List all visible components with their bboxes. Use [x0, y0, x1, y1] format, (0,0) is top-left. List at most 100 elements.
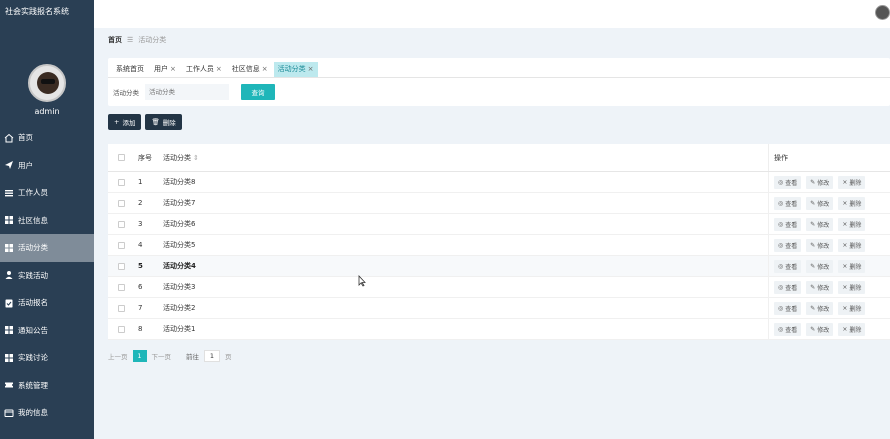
row-name: 活动分类7	[163, 199, 196, 207]
close-icon[interactable]: ×	[262, 62, 268, 77]
plus-icon: +	[114, 118, 120, 126]
row-delete-button[interactable]: × 删除	[838, 322, 866, 336]
sidebar-item-5[interactable]: 实践活动	[0, 262, 94, 290]
row-delete-button[interactable]: × 删除	[838, 217, 866, 231]
close-icon[interactable]: ×	[216, 62, 222, 77]
view-button[interactable]: ◎ 查看	[774, 259, 802, 273]
close-icon[interactable]: ×	[170, 62, 176, 77]
table-row[interactable]: 4 活动分类5 ◎ 查看 ✎ 修改 × 删除	[108, 235, 890, 256]
next-page-button[interactable]: 下一页	[152, 351, 172, 361]
row-checkbox[interactable]	[118, 220, 125, 228]
sidebar-item-8[interactable]: 实践讨论	[0, 344, 94, 372]
user-avatar[interactable]	[875, 5, 890, 20]
row-checkbox[interactable]	[118, 199, 125, 207]
table-row[interactable]: 6 活动分类3 ◎ 查看 ✎ 修改 × 删除	[108, 277, 890, 298]
edit-button[interactable]: ✎ 修改	[806, 196, 834, 210]
goto-page-input[interactable]: 1	[204, 350, 220, 362]
row-actions: ◎ 查看 ✎ 修改 × 删除	[768, 214, 890, 234]
sidebar-item-2[interactable]: 工作人员	[0, 179, 94, 207]
sidebar-item-label: 我的信息	[18, 408, 48, 418]
header-name[interactable]: 活动分类 ⇕	[163, 153, 768, 163]
sidebar-item-4[interactable]: 活动分类	[0, 234, 94, 262]
edit-button[interactable]: ✎ 修改	[806, 217, 834, 231]
view-button[interactable]: ◎ 查看	[774, 322, 802, 336]
table-row[interactable]: 7 活动分类2 ◎ 查看 ✎ 修改 × 删除	[108, 298, 890, 319]
eye-icon: ◎	[778, 241, 784, 249]
row-delete-button[interactable]: × 删除	[838, 280, 866, 294]
tab-4[interactable]: 活动分类 ×	[273, 62, 318, 77]
edit-icon: ✎	[810, 178, 816, 186]
view-button[interactable]: ◎ 查看	[774, 280, 802, 294]
edit-button[interactable]: ✎ 修改	[806, 175, 834, 189]
table-row[interactable]: 2 活动分类7 ◎ 查看 ✎ 修改 × 删除	[108, 193, 890, 214]
edit-button[interactable]: ✎ 修改	[806, 259, 834, 273]
view-button[interactable]: ◎ 查看	[774, 217, 802, 231]
search-button[interactable]: 查询	[241, 84, 275, 100]
row-checkbox[interactable]	[118, 325, 125, 333]
tab-1[interactable]: 用户 ×	[150, 62, 180, 77]
eye-icon: ◎	[778, 304, 784, 312]
sidebar-item-0[interactable]: 首页	[0, 124, 94, 152]
delete-button[interactable]: 🗑 删除	[145, 114, 182, 130]
tab-bar: 系统首页 用户 × 工作人员 × 社区信息 × 活动分类 ×	[108, 58, 890, 78]
breadcrumb-home[interactable]: 首页	[108, 35, 122, 45]
edit-button[interactable]: ✎ 修改	[806, 238, 834, 252]
sidebar-item-9[interactable]: 系统管理	[0, 372, 94, 400]
search-label: 活动分类	[113, 89, 139, 97]
row-delete-button[interactable]: × 删除	[838, 301, 866, 315]
table-row[interactable]: 1 活动分类8 ◎ 查看 ✎ 修改 × 删除	[108, 172, 890, 193]
row-checkbox[interactable]	[118, 262, 125, 270]
sort-icon[interactable]: ⇕	[193, 154, 199, 162]
row-checkbox[interactable]	[118, 283, 125, 291]
tab-0[interactable]: 系统首页	[112, 62, 148, 77]
edit-button[interactable]: ✎ 修改	[806, 322, 834, 336]
tab-label: 活动分类	[277, 65, 306, 73]
search-input[interactable]	[145, 84, 229, 100]
edit-button[interactable]: ✎ 修改	[806, 280, 834, 294]
sidebar-item-1[interactable]: 用户	[0, 152, 94, 180]
sidebar-nav: 首页 用户工作人员社区信息 活动分类 实践活动 活动报名通知公告实践讨论 系统管理我的信息	[0, 124, 94, 427]
card-icon	[4, 408, 14, 418]
view-button[interactable]: ◎ 查看	[774, 175, 802, 189]
add-button[interactable]: + 添加	[108, 114, 142, 130]
row-delete-button[interactable]: × 删除	[838, 175, 866, 189]
table-row[interactable]: 8 活动分类1 ◎ 查看 ✎ 修改 × 删除	[108, 319, 890, 340]
table-row[interactable]: 5 活动分类4 ◎ 查看 ✎ 修改 × 删除	[108, 256, 890, 277]
row-checkbox[interactable]	[118, 241, 125, 249]
grid-icon	[4, 215, 14, 225]
tab-2[interactable]: 工作人员 ×	[182, 62, 226, 77]
view-button[interactable]: ◎ 查看	[774, 238, 802, 252]
sidebar-item-7[interactable]: 通知公告	[0, 317, 94, 345]
avatar[interactable]	[28, 64, 66, 102]
view-label: 查看	[785, 326, 798, 334]
sidebar-item-3[interactable]: 社区信息	[0, 207, 94, 235]
row-checkbox[interactable]	[118, 304, 125, 312]
view-button[interactable]: ◎ 查看	[774, 301, 802, 315]
view-label: 查看	[785, 179, 798, 187]
tab-3[interactable]: 社区信息 ×	[228, 62, 272, 77]
sidebar-item-6[interactable]: 活动报名	[0, 289, 94, 317]
row-delete-button[interactable]: × 删除	[838, 259, 866, 273]
row-actions: ◎ 查看 ✎ 修改 × 删除	[768, 319, 890, 339]
prev-page-button[interactable]: 上一页	[108, 351, 128, 361]
close-icon: ×	[842, 325, 848, 333]
page-number[interactable]: 1	[132, 350, 147, 362]
row-actions: ◎ 查看 ✎ 修改 × 删除	[768, 193, 890, 213]
select-all-checkbox[interactable]	[118, 154, 125, 161]
edit-button[interactable]: ✎ 修改	[806, 301, 834, 315]
close-icon[interactable]: ×	[308, 62, 314, 77]
row-name: 活动分类3	[163, 283, 196, 291]
sidebar-item-10[interactable]: 我的信息	[0, 399, 94, 427]
table-row[interactable]: 3 活动分类6 ◎ 查看 ✎ 修改 × 删除	[108, 214, 890, 235]
row-index: 7	[138, 304, 143, 312]
row-delete-button[interactable]: × 删除	[838, 238, 866, 252]
row-delete-label: 删除	[849, 221, 862, 229]
row-delete-button[interactable]: × 删除	[838, 196, 866, 210]
view-button[interactable]: ◎ 查看	[774, 196, 802, 210]
app-title: 社会实践报名系统	[5, 7, 69, 16]
row-checkbox[interactable]	[118, 178, 125, 186]
sidebar-item-label: 通知公告	[18, 325, 48, 335]
sidebar-item-label: 工作人员	[18, 188, 48, 198]
view-label: 查看	[785, 221, 798, 229]
edit-icon: ✎	[810, 262, 816, 270]
